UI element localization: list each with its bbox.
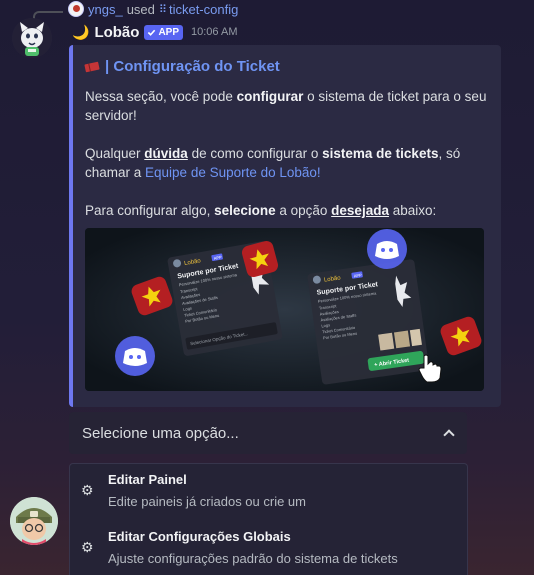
option-title: Editar Configurações Globais <box>108 529 291 544</box>
bot-avatar[interactable] <box>12 18 52 58</box>
slash-command-icon: ⠿ <box>158 3 167 16</box>
replied-username[interactable]: yngs_ <box>88 2 123 17</box>
embed-image-graphic: Lobão APP Suporte por Ticket Personalize… <box>85 228 484 391</box>
p3-text-e: abaixo: <box>388 203 437 218</box>
support-team-link[interactable]: Equipe de Suporte do Lobão! <box>145 165 321 180</box>
embed-card: | Configuração do Ticket Nessa seção, vo… <box>69 45 501 407</box>
option-editar-painel[interactable]: ⚙ Editar Painel Edite paineis já criados… <box>70 464 467 512</box>
p2-bold: sistema de tickets <box>322 146 439 161</box>
gear-icon: ⚙ <box>81 482 94 498</box>
option-editar-configuracoes-globais[interactable]: ⚙ Editar Configurações Globais Ajuste co… <box>70 521 467 569</box>
p3-text-c: a opção <box>275 203 332 218</box>
app-badge: APP <box>144 24 183 40</box>
embed-paragraph-3: Para configurar algo, selecione a opção … <box>85 201 487 220</box>
embed-paragraph-1: Nessa seção, você pode configurar o sist… <box>85 87 487 125</box>
chevron-up-icon <box>443 429 455 441</box>
discord-logo-icon <box>367 229 407 269</box>
embed-description: Nessa seção, você pode configurar o sist… <box>85 87 487 220</box>
p1-bold: configurar <box>236 89 304 104</box>
used-label: used <box>126 1 155 17</box>
p2-text-c: de como configurar o <box>187 146 323 161</box>
discord-logo-icon <box>115 336 155 376</box>
right-preview-card: Lobão APP Suporte por Ticket Personalize… <box>307 259 430 385</box>
ticket-icon <box>84 61 100 72</box>
embed-title: | Configuração do Ticket <box>84 58 487 75</box>
select-placeholder: Selecione uma opção... <box>82 424 239 442</box>
p2-bold-underline: dúvida <box>144 146 188 161</box>
embed-paragraph-2: Qualquer dúvida de como configurar o sis… <box>85 144 487 182</box>
option-title: Editar Painel <box>108 472 187 487</box>
gear-icon: ⚙ <box>81 539 94 555</box>
p1-text-a: Nessa seção, você pode <box>85 89 237 104</box>
moon-emoji: 🌙 <box>72 23 90 40</box>
command-name: ticket-config <box>168 1 239 17</box>
embed-image[interactable]: Lobão APP Suporte por Ticket Personalize… <box>85 228 484 391</box>
reply-context[interactable]: yngs_ used ⠿ ticket-config <box>68 1 238 17</box>
embed-title-text: | Configuração do Ticket <box>105 58 280 75</box>
message-header: 🌙 Lobão APP 10:06 AM <box>72 22 237 42</box>
p3-bold-underline: desejada <box>331 203 389 218</box>
replied-user-avatar[interactable] <box>68 1 84 17</box>
user-avatar[interactable] <box>10 497 58 545</box>
p3-text-a: Para configurar algo, <box>85 203 215 218</box>
verified-check-icon <box>148 29 156 36</box>
select-menu[interactable]: Selecione uma opção... <box>69 412 467 454</box>
select-dropdown: ⚙ Editar Painel Edite paineis já criados… <box>69 463 468 575</box>
timestamp[interactable]: 10:06 AM <box>191 26 237 38</box>
option-description: Edite paineis já criados ou crie um <box>108 494 306 509</box>
option-description: Ajuste configurações padrão do sistema d… <box>108 551 398 566</box>
author-name[interactable]: Lobão <box>94 24 139 41</box>
app-badge-label: APP <box>158 26 179 38</box>
command-link[interactable]: ⠿ ticket-config <box>159 2 238 17</box>
p2-text-a: Qualquer <box>85 146 145 161</box>
p3-bold: selecione <box>214 203 276 218</box>
